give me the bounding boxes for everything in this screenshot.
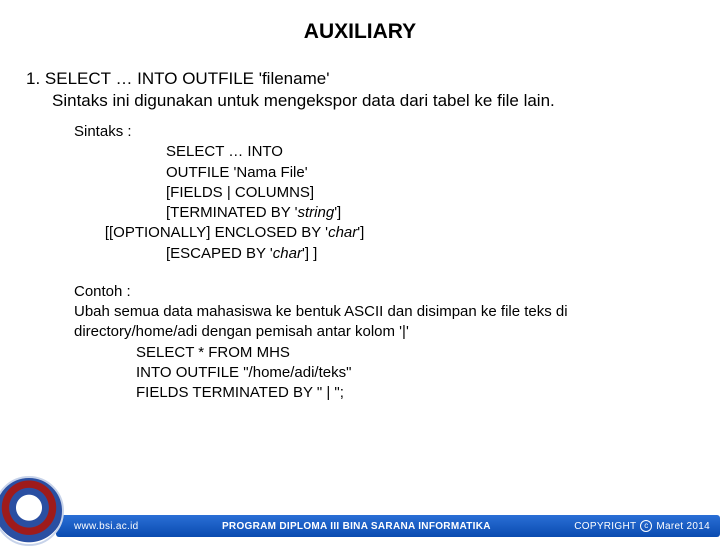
syntax-escaped: [ESCAPED BY '	[166, 245, 273, 262]
syntax-code: SELECT … INTO OUTFILE 'Nama File' [FIELD…	[166, 122, 364, 264]
logo-icon	[0, 476, 64, 546]
footer-copyright: COPYRIGHT c Maret 2014	[574, 520, 710, 532]
syntax-shifted-wrap: [[OPTIONALLY] ENCLOSED BY 'char']	[84, 223, 364, 243]
syntax-string: string	[298, 204, 335, 221]
footer-url: www.bsi.ac.id	[74, 521, 138, 532]
page-title: AUXILIARY	[16, 20, 704, 44]
copyright-date: Maret 2014	[656, 521, 710, 532]
example-heading: Contoh :	[74, 282, 694, 302]
example-block: Contoh : Ubah semua data mahasiswa ke be…	[26, 282, 694, 404]
intro-line-1: 1. SELECT … INTO OUTFILE 'filename'	[26, 68, 694, 90]
footer-bar: www.bsi.ac.id PROGRAM DIPLOMA III BINA S…	[56, 515, 720, 537]
slide-content: AUXILIARY 1. SELECT … INTO OUTFILE 'file…	[0, 0, 720, 540]
intro-line-2: Sintaks ini digunakan untuk mengekspor d…	[26, 90, 694, 112]
syntax-shifted: [[OPTIONALLY] ENCLOSED BY '	[84, 224, 328, 241]
syntax-block: Sintaks : SELECT … INTO OUTFILE 'Nama Fi…	[26, 122, 694, 264]
copyright-icon: c	[640, 520, 652, 532]
intro-block: 1. SELECT … INTO OUTFILE 'filename' Sint…	[26, 68, 694, 112]
syntax-char2: char	[273, 245, 302, 262]
example-desc: Ubah semua data mahasiswa ke bentuk ASCI…	[74, 302, 694, 343]
syntax-main: SELECT … INTO OUTFILE 'Nama File' [FIELD…	[166, 143, 314, 221]
syntax-after-char1: ']	[357, 224, 364, 241]
footer: www.bsi.ac.id PROGRAM DIPLOMA III BINA S…	[0, 512, 720, 540]
syntax-char1: char	[328, 224, 357, 241]
syntax-after-string: ']	[334, 204, 341, 221]
footer-program: PROGRAM DIPLOMA III BINA SARANA INFORMAT…	[222, 521, 491, 532]
syntax-after-char2: '] ]	[302, 245, 317, 262]
example-code: SELECT * FROM MHS INTO OUTFILE "/home/ad…	[74, 343, 694, 404]
copyright-label: COPYRIGHT	[574, 521, 636, 532]
